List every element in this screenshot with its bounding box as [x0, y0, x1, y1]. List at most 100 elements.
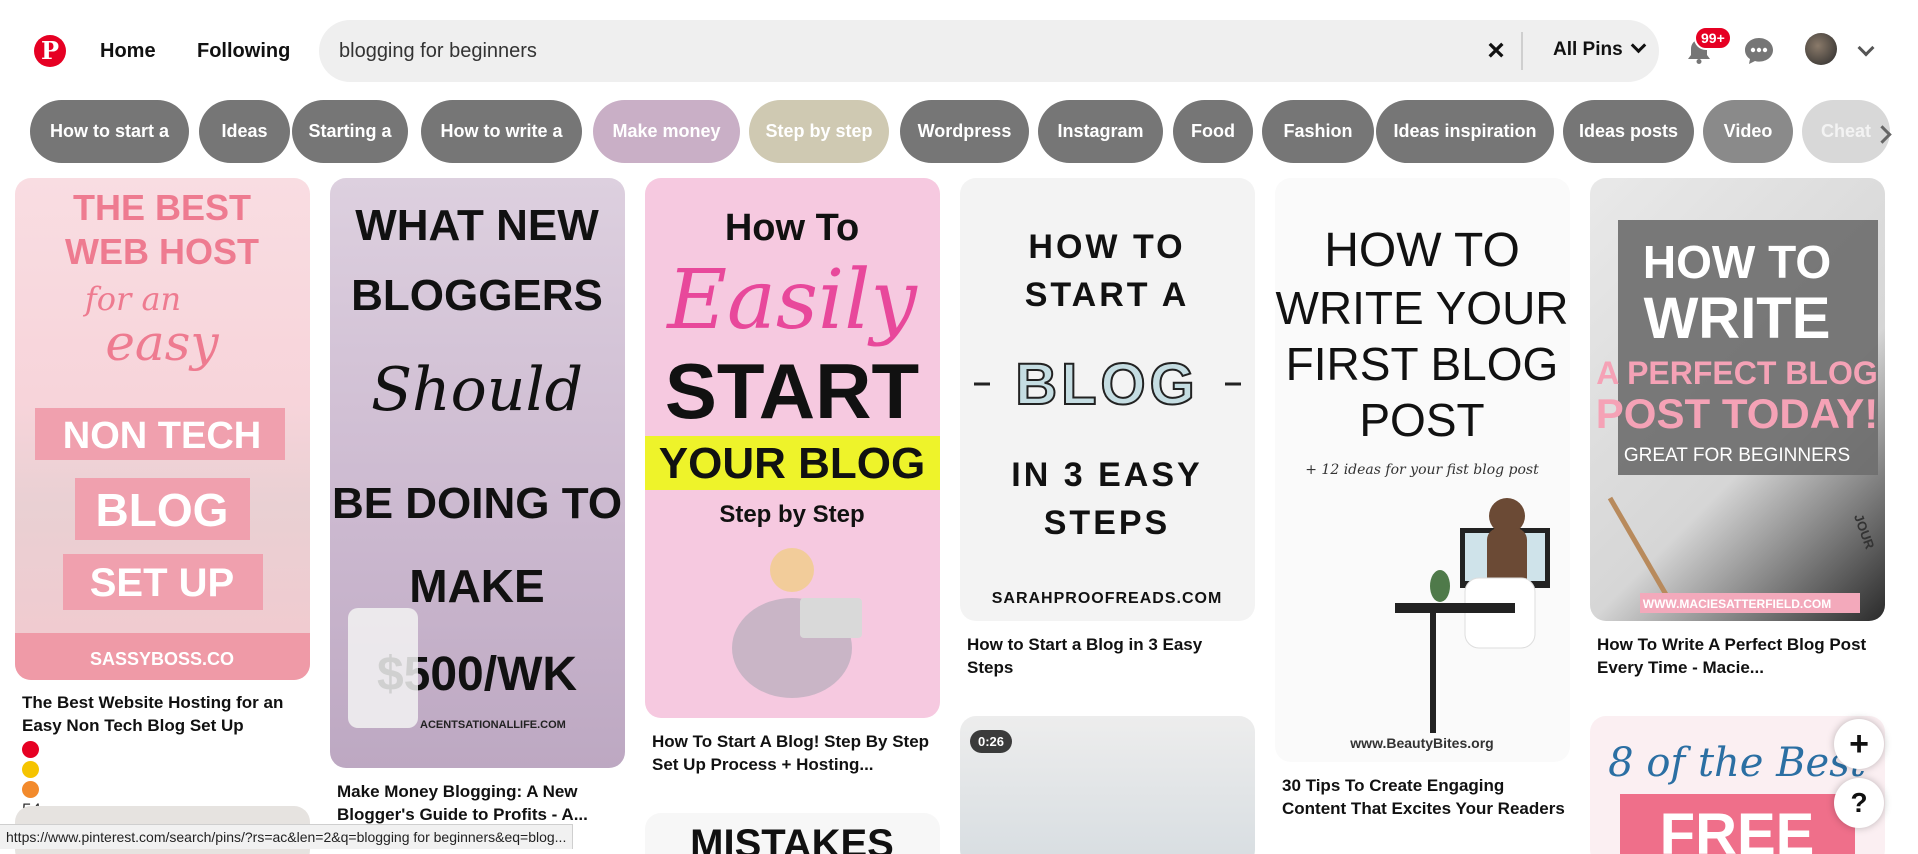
- pin-image-text: A PERFECT BLOG: [1596, 355, 1877, 391]
- search-scope-label: All Pins: [1553, 39, 1623, 60]
- pin-image-text: IN 3 EASY: [1011, 456, 1202, 494]
- chip-label: Make money: [612, 121, 721, 141]
- pin-image[interactable]: THE BEST WEB HOST for an easy NON TECH B…: [15, 178, 310, 680]
- pin-title[interactable]: 30 Tips To Create Engaging Content That …: [1282, 774, 1567, 820]
- laptop-illustration: [800, 598, 862, 638]
- search-suggestion-chips: How to start a Ideas Starting a How to w…: [30, 100, 1890, 164]
- chip-ideas-inspiration[interactable]: Ideas inspiration: [1376, 100, 1554, 163]
- pin-image-text: WRITE: [1644, 286, 1831, 351]
- pin-image-text: SASSYBOSS.CO: [90, 649, 234, 669]
- pin-image-text: BLOG: [1015, 352, 1199, 417]
- chip-ideas[interactable]: Ideas: [199, 100, 290, 163]
- pin-title[interactable]: The Best Website Hosting for an Easy Non…: [22, 691, 307, 737]
- pin-image-text: POST: [1359, 394, 1484, 446]
- desk-illustration: [1395, 603, 1515, 613]
- pin-image-text: ACENTSATIONALLIFE.COM: [420, 719, 566, 731]
- pin-image-text: HOW TO: [1028, 228, 1185, 266]
- nav-home-link[interactable]: Home: [100, 40, 156, 63]
- search-divider: [1521, 32, 1523, 70]
- help-button[interactable]: ?: [1834, 778, 1884, 828]
- pin-image-text: THE BEST: [73, 187, 251, 228]
- chip-instagram[interactable]: Instagram: [1038, 100, 1163, 163]
- pin-image-text: MISTAKES: [690, 822, 894, 854]
- pin-title[interactable]: How to Start a Blog in 3 Easy Steps: [967, 633, 1252, 679]
- chip-step-by-step[interactable]: Step by step: [749, 100, 889, 163]
- pin-image-text: WEB HOST: [65, 231, 259, 272]
- pin-image[interactable]: HOW TO WRITE YOUR FIRST BLOG POST + 12 i…: [1275, 178, 1570, 762]
- pin-image-text: JOUR: [1851, 512, 1878, 552]
- pin-image-text: for an: [83, 280, 181, 318]
- pen-illustration: [1607, 496, 1671, 600]
- pin-image-text: HOW TO: [1324, 224, 1520, 277]
- pin-title[interactable]: How To Write A Perfect Blog Post Every T…: [1597, 633, 1882, 679]
- browser-status-url: https://www.pinterest.com/search/pins/?r…: [0, 824, 574, 849]
- pin-title[interactable]: Make Money Blogging: A New Blogger's Gui…: [337, 780, 622, 826]
- nav-following-link[interactable]: Following: [197, 40, 290, 63]
- clear-search-icon[interactable]: ×: [1479, 34, 1513, 68]
- heart-reaction-icon: [22, 741, 39, 758]
- search-bar: × All Pins: [319, 20, 1659, 82]
- pin-image-text: START: [665, 347, 919, 435]
- woman-illustration: [770, 548, 814, 592]
- pin-image[interactable]: MISTAKES: [645, 813, 940, 854]
- pin-image-text: POST TODAY!: [1596, 390, 1878, 437]
- pin-image[interactable]: HOW TO START A BLOG IN 3 EASY STEPS SARA…: [960, 178, 1255, 621]
- pin-image[interactable]: WHAT NEW BLOGGERS Should BE DOING TO MAK…: [330, 178, 625, 768]
- pin-image-text: FREE: [1660, 802, 1815, 854]
- chip-wordpress[interactable]: Wordpress: [900, 100, 1029, 163]
- search-input[interactable]: [339, 20, 1489, 82]
- pin-image-text: STEPS: [1044, 504, 1170, 542]
- chip-ideas-posts[interactable]: Ideas posts: [1563, 100, 1694, 163]
- pin-image-text: + 12 ideas for your fist blog post: [1305, 462, 1539, 478]
- notifications-badge: 99+: [1694, 26, 1732, 50]
- chip-label: Fashion: [1283, 121, 1353, 141]
- pin-image[interactable]: HOW TO WRITE A PERFECT BLOG POST TODAY! …: [1590, 178, 1885, 621]
- pin-image-text: WWW.MACIESATTERFIELD.COM: [1643, 597, 1831, 611]
- pin-image-text: Step by Step: [719, 501, 864, 528]
- desk-illustration: [1430, 613, 1436, 733]
- account-chevron-down-icon[interactable]: [1857, 39, 1875, 57]
- chip-fashion[interactable]: Fashion: [1262, 100, 1374, 163]
- pin-image-text: How To: [725, 207, 859, 249]
- chip-label: Cheat: [1820, 121, 1871, 141]
- pin-image-text: YOUR BLOG: [659, 439, 925, 488]
- pin-image-text: BE DOING TO: [332, 479, 622, 528]
- user-avatar[interactable]: [1805, 33, 1837, 65]
- messages-icon[interactable]: [1744, 37, 1774, 65]
- pin-image-text: BLOG: [96, 484, 229, 536]
- pin-image-text: Should: [371, 355, 583, 425]
- search-scope-dropdown[interactable]: All Pins: [1553, 37, 1646, 61]
- chip-label: Video: [1723, 121, 1773, 141]
- pin-image-text: www.BeautyBites.org: [1349, 735, 1493, 751]
- chip-food[interactable]: Food: [1173, 100, 1253, 163]
- pin-image-text: GREAT FOR BEGINNERS: [1624, 445, 1850, 466]
- pin-image-text: SET UP: [90, 561, 234, 605]
- plant-illustration: [1430, 570, 1450, 602]
- create-pin-button[interactable]: +: [1834, 719, 1884, 769]
- pin-image-text: START A: [1025, 276, 1190, 314]
- pin-image[interactable]: How To Easily START YOUR BLOG Step by St…: [645, 178, 940, 718]
- chip-video[interactable]: Video: [1703, 100, 1793, 163]
- pin-image-text: easy: [105, 314, 219, 372]
- pin-image-text: FIRST BLOG: [1286, 338, 1559, 390]
- chip-how-to-start-a[interactable]: How to start a: [30, 100, 189, 163]
- chip-make-money[interactable]: Make money: [593, 100, 740, 163]
- chip-label: Ideas: [221, 121, 268, 141]
- pin-image-text: BLOGGERS: [351, 271, 603, 320]
- chip-label: How to write a: [440, 121, 563, 141]
- chip-label: Instagram: [1057, 121, 1144, 141]
- pinterest-logo-icon[interactable]: P: [34, 35, 66, 67]
- chip-starting-a[interactable]: Starting a: [292, 100, 408, 163]
- wow-reaction-icon: [22, 761, 39, 778]
- pin-image-text: WHAT NEW: [355, 201, 599, 250]
- pin-image-text: HOW TO: [1643, 236, 1831, 288]
- video-duration-badge: 0:26: [970, 730, 1013, 753]
- keyboard-illustration: [348, 608, 418, 728]
- chip-how-to-write-a[interactable]: How to write a: [421, 100, 582, 163]
- pin-image-text: 8 of the Best: [1608, 740, 1867, 786]
- chip-label: Starting a: [308, 121, 392, 141]
- pin-image-text: SARAHPROOFREADS.COM: [992, 590, 1223, 607]
- chip-label: Ideas inspiration: [1393, 121, 1537, 141]
- chip-label: Step by step: [765, 121, 873, 141]
- pin-title[interactable]: How To Start A Blog! Step By Step Set Up…: [652, 730, 937, 776]
